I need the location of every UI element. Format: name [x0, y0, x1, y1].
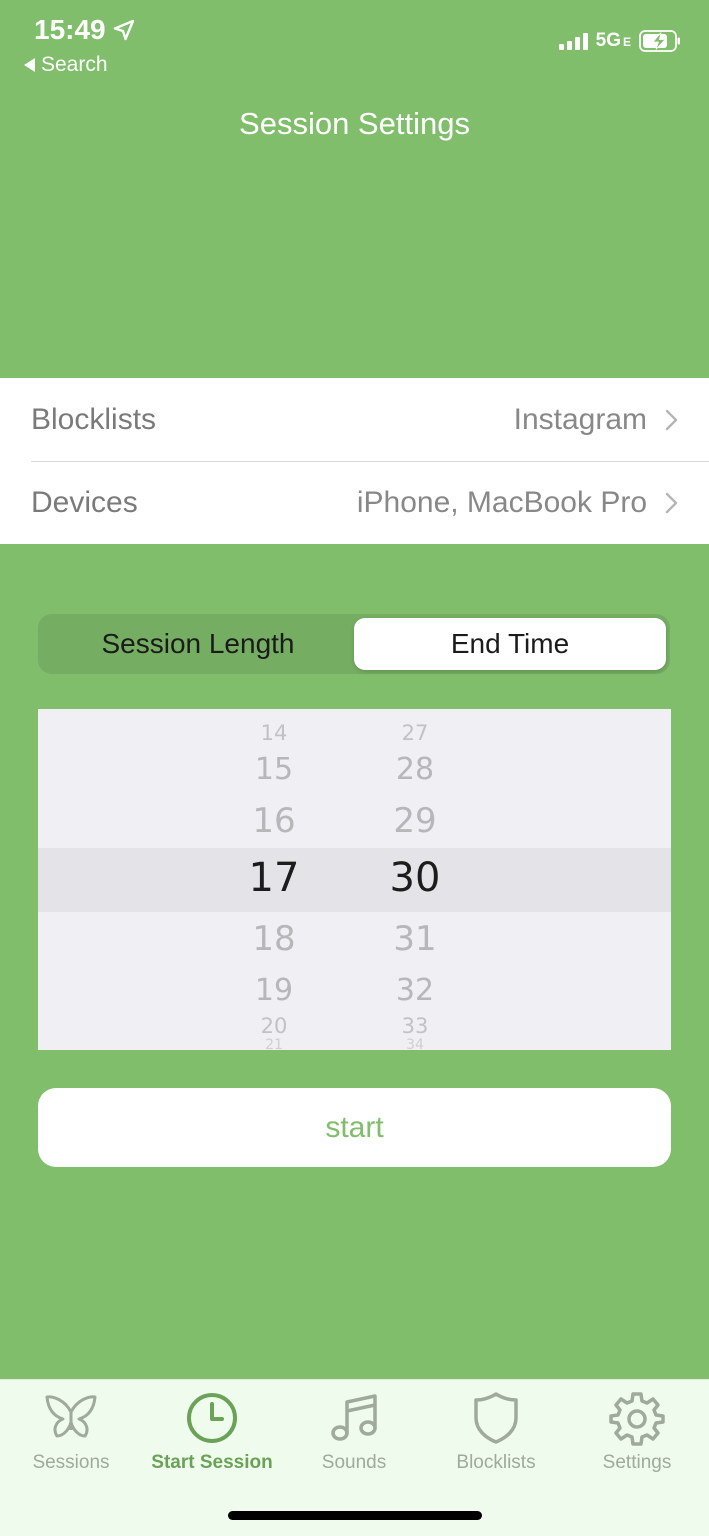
butterfly-icon [45, 1395, 97, 1438]
hour-option[interactable]: 16 [214, 801, 334, 841]
blocklists-value: Instagram [513, 402, 647, 436]
chevron-right-icon [665, 409, 678, 430]
tab-start-session-label: Start Session [151, 1452, 273, 1473]
hour-wheel[interactable]: 13 14 15 16 17 18 19 20 21 [214, 709, 334, 1050]
minute-option[interactable]: 26 [355, 709, 475, 713]
end-time-picker[interactable]: 13 14 15 16 17 18 19 20 21 26 27 28 29 3… [38, 709, 671, 1050]
minute-option[interactable]: 32 [355, 973, 475, 1008]
tab-settings[interactable]: Settings [566, 1380, 708, 1480]
minute-selected[interactable]: 30 [355, 855, 475, 901]
tab-sounds[interactable]: Sounds [283, 1380, 425, 1480]
hour-option[interactable]: 20 [214, 1014, 334, 1038]
shield-icon [474, 1392, 518, 1444]
minute-option[interactable]: 34 [355, 1037, 475, 1050]
minute-option[interactable]: 27 [355, 721, 475, 745]
blocklists-label: Blocklists [31, 402, 157, 436]
tab-blocklists[interactable]: Blocklists [425, 1380, 567, 1480]
hour-option[interactable]: 18 [214, 919, 334, 959]
minute-option[interactable]: 29 [355, 801, 475, 841]
hour-option[interactable]: 15 [214, 752, 334, 787]
tab-blocklists-label: Blocklists [456, 1452, 536, 1473]
status-indicators: 5G E [558, 30, 681, 52]
back-to-search[interactable]: Search [24, 53, 108, 77]
back-search-label: Search [41, 53, 108, 76]
home-indicator [228, 1511, 482, 1520]
back-triangle-icon [24, 58, 35, 72]
segment-session-length[interactable]: Session Length [42, 618, 354, 670]
location-arrow-icon [113, 19, 134, 41]
page-title: Session Settings [239, 106, 470, 141]
settings-list: Blocklists Instagram Devices iPhone, Mac… [0, 378, 709, 544]
clock-icon [187, 1393, 237, 1443]
tab-sessions[interactable]: Sessions [0, 1380, 142, 1480]
gear-icon [609, 1392, 665, 1446]
hour-option[interactable]: 19 [214, 973, 334, 1008]
tab-sessions-label: Sessions [32, 1452, 110, 1473]
network-label: 5G [595, 30, 621, 51]
mode-segmented-control: Session Length End Time [38, 614, 670, 674]
start-button[interactable]: start [38, 1088, 671, 1167]
devices-row[interactable]: Devices iPhone, MacBook Pro [0, 461, 709, 544]
battery-charging-icon [639, 30, 681, 52]
network-type: 5G E [596, 30, 631, 52]
minute-option[interactable]: 31 [355, 919, 475, 959]
hour-option[interactable]: 14 [214, 721, 334, 745]
minute-option[interactable]: 28 [355, 752, 475, 787]
signal-icon [558, 32, 588, 50]
chevron-right-icon [665, 492, 678, 513]
devices-value: iPhone, MacBook Pro [356, 485, 647, 519]
devices-label: Devices [31, 485, 138, 519]
network-suffix: E [622, 35, 631, 49]
minute-option[interactable]: 33 [355, 1014, 475, 1038]
hour-selected[interactable]: 17 [214, 855, 334, 901]
music-note-icon [331, 1394, 377, 1441]
tab-sounds-label: Sounds [321, 1452, 387, 1473]
hour-option[interactable]: 21 [214, 1037, 334, 1050]
blocklists-row[interactable]: Blocklists Instagram [0, 378, 709, 461]
minute-wheel[interactable]: 26 27 28 29 30 31 32 33 34 [355, 709, 475, 1050]
segment-end-time[interactable]: End Time [354, 618, 666, 670]
status-time-text: 15:49 [34, 14, 106, 45]
tab-start-session[interactable]: Start Session [141, 1380, 283, 1480]
hour-option[interactable]: 13 [214, 709, 334, 713]
tab-settings-label: Settings [602, 1452, 672, 1473]
status-time: 15:49 [34, 14, 136, 46]
